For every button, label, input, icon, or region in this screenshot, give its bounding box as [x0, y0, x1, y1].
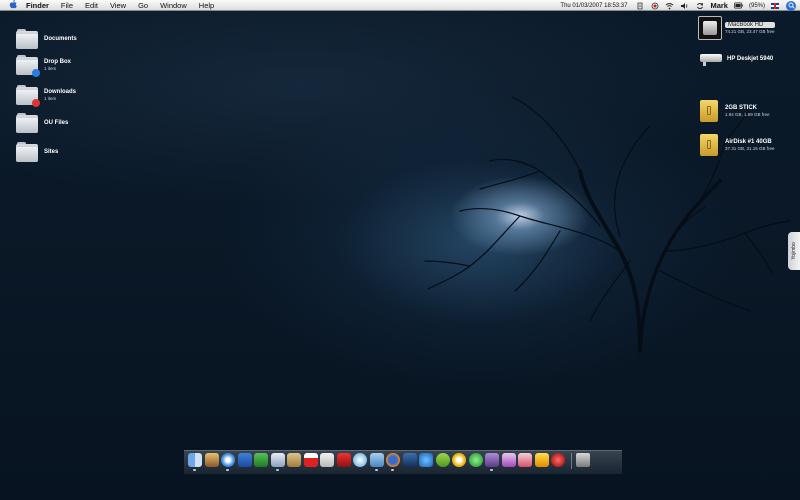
- desktop-folder-documents[interactable]: Documents: [16, 29, 77, 49]
- wifi-icon[interactable]: [665, 2, 674, 10]
- desktop-folder-downloads[interactable]: Downloads 1 item: [16, 85, 77, 107]
- drive-2gb-stick[interactable]: 2GB STICK 1.94 GB, 1.69 GB free: [700, 100, 770, 122]
- drive-info: 74.21 GB, 23.47 GB free: [725, 29, 775, 34]
- tree-silhouette: [424, 96, 791, 353]
- textmate-icon[interactable]: [468, 453, 483, 467]
- folder-info: 1 item: [44, 96, 57, 101]
- finder-icon[interactable]: [188, 453, 202, 471]
- sync-icon[interactable]: [695, 2, 704, 10]
- folder-icon: [16, 142, 38, 162]
- drive-macbook-hd[interactable]: MacBook HD 74.21 GB, 23.47 GB free: [698, 16, 775, 40]
- no-entry-badge-icon: [32, 99, 40, 107]
- folder-label: Documents: [44, 36, 77, 42]
- folder-icon: [16, 55, 40, 77]
- usb-drive-icon: [700, 134, 718, 156]
- word-icon[interactable]: [237, 453, 252, 467]
- battery-icon[interactable]: [734, 2, 743, 10]
- menu-edit[interactable]: Edit: [85, 1, 98, 10]
- printer-icon: [700, 52, 722, 66]
- web-icon[interactable]: [402, 453, 417, 467]
- printer-label: HP Deskjet 5940: [727, 56, 774, 62]
- folder-label: Drop Box: [44, 59, 71, 65]
- preview-icon[interactable]: [270, 453, 285, 471]
- folder-label: OU Files: [44, 120, 69, 126]
- trash-icon[interactable]: [575, 453, 590, 467]
- menu-bar: Finder File Edit View Go Window Help Thu…: [0, 0, 800, 11]
- printer-hp-deskjet[interactable]: HP Deskjet 5940: [700, 52, 773, 66]
- user-name[interactable]: Mark: [710, 1, 728, 10]
- itunes-icon[interactable]: [353, 453, 367, 467]
- apple-menu-icon[interactable]: [8, 0, 18, 10]
- menu-help[interactable]: Help: [199, 1, 214, 10]
- drive-info: 1.94 GB, 1.69 GB free: [725, 112, 770, 117]
- menu-window[interactable]: Window: [160, 1, 187, 10]
- usb-drive-icon: [700, 100, 718, 122]
- desktop-folder-drop-box[interactable]: Drop Box 1 item: [16, 55, 71, 77]
- flag-uk-icon[interactable]: [771, 2, 779, 9]
- folder-label: Downloads: [44, 89, 77, 95]
- yojimbo-drawer-tab[interactable]: Yojimbo: [788, 232, 800, 270]
- ical-stamp-icon[interactable]: [534, 453, 549, 467]
- menu-clock[interactable]: Thu 01/03/2007 18:53:37: [560, 3, 627, 9]
- firefox-icon[interactable]: [386, 453, 400, 471]
- arrow-down-badge-icon: [32, 69, 40, 77]
- record-icon[interactable]: [650, 2, 659, 10]
- calculator-icon[interactable]: [320, 453, 334, 467]
- network-icon[interactable]: [452, 453, 466, 467]
- hard-drive-icon: [698, 16, 722, 40]
- safari-icon[interactable]: [221, 453, 235, 471]
- excel-icon[interactable]: [254, 453, 268, 467]
- photo-icon[interactable]: [204, 453, 219, 467]
- skype-icon[interactable]: [435, 453, 450, 467]
- menu-finder[interactable]: Finder: [26, 1, 49, 10]
- drive-airdisk[interactable]: AirDisk #1 40GB 37.31 GB, 31.15 GB free: [700, 134, 775, 156]
- drive-label: MacBook HD: [725, 22, 775, 28]
- drive-label: AirDisk #1 40GB: [725, 139, 772, 145]
- battery-percent: (95%): [748, 2, 765, 9]
- ical-icon[interactable]: [303, 453, 318, 467]
- desktop-folder-ou-files[interactable]: OU Files: [16, 113, 68, 133]
- dreamweaver-icon[interactable]: [518, 453, 532, 467]
- fireworks-icon[interactable]: [336, 453, 351, 467]
- menu-view[interactable]: View: [110, 1, 126, 10]
- shell-icon[interactable]: [551, 453, 565, 467]
- yojimbo-label: Yojimbo: [791, 242, 798, 260]
- volume-icon[interactable]: [680, 2, 689, 10]
- folder-icon: [16, 113, 38, 133]
- script-icon[interactable]: [635, 2, 644, 10]
- dock: [184, 450, 622, 474]
- desktop-wallpaper: [0, 11, 800, 500]
- mail-icon[interactable]: [369, 453, 384, 471]
- iweb-icon[interactable]: [419, 453, 433, 467]
- menu-go[interactable]: Go: [138, 1, 148, 10]
- notebook-icon[interactable]: [287, 453, 301, 467]
- drive-info: 37.31 GB, 31.15 GB free: [725, 146, 775, 151]
- folder-info: 1 item: [44, 66, 57, 71]
- desktop-folder-sites[interactable]: Sites: [16, 142, 58, 162]
- graphic-icon[interactable]: [485, 453, 499, 471]
- drive-label: 2GB STICK: [725, 105, 758, 111]
- openoffice-icon[interactable]: [501, 453, 516, 467]
- folder-label: Sites: [44, 149, 59, 155]
- menu-extras: Thu 01/03/2007 18:53:37 Mark (95%): [560, 0, 800, 11]
- folder-icon: [16, 29, 38, 49]
- dock-separator: [570, 453, 572, 469]
- menu-file[interactable]: File: [61, 1, 73, 10]
- folder-icon: [16, 85, 40, 107]
- spotlight-icon[interactable]: [786, 0, 796, 11]
